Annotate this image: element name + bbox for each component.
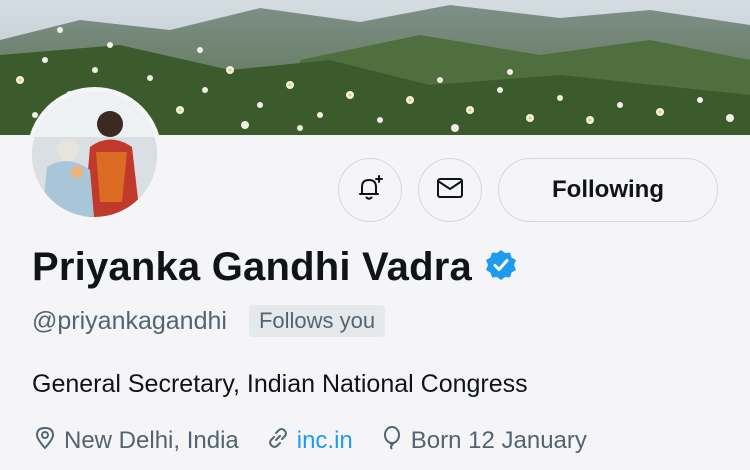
location-text: New Delhi, India (64, 427, 239, 454)
location-item: New Delhi, India (32, 425, 239, 458)
message-button[interactable] (418, 158, 482, 222)
verified-badge-icon (484, 248, 518, 287)
website-text[interactable]: inc.in (297, 427, 353, 455)
profile-bio: General Secretary, Indian National Congr… (32, 370, 528, 398)
profile-name-row: Priyanka Gandhi Vadra (32, 244, 518, 290)
profile-avatar[interactable] (27, 87, 162, 222)
following-button[interactable]: Following (498, 158, 718, 222)
birthday-item: Born 12 January (379, 425, 587, 458)
profile-meta-row: New Delhi, India inc.in Born 12 January (32, 424, 613, 458)
website-link[interactable]: inc.in (265, 425, 353, 458)
username-handle: @priyankagandhi (32, 306, 227, 335)
envelope-icon (435, 173, 465, 208)
balloon-icon (379, 425, 405, 458)
avatar-photo (32, 92, 157, 217)
display-name: Priyanka Gandhi Vadra (32, 244, 472, 289)
notifications-button[interactable] (338, 158, 402, 222)
location-pin-icon (32, 425, 58, 458)
bell-plus-icon (354, 172, 386, 209)
birthday-text: Born 12 January (410, 427, 587, 454)
handle-row: @priyankagandhi Follows you (32, 304, 386, 338)
link-icon (265, 425, 291, 458)
follows-you-badge: Follows you (248, 305, 386, 337)
